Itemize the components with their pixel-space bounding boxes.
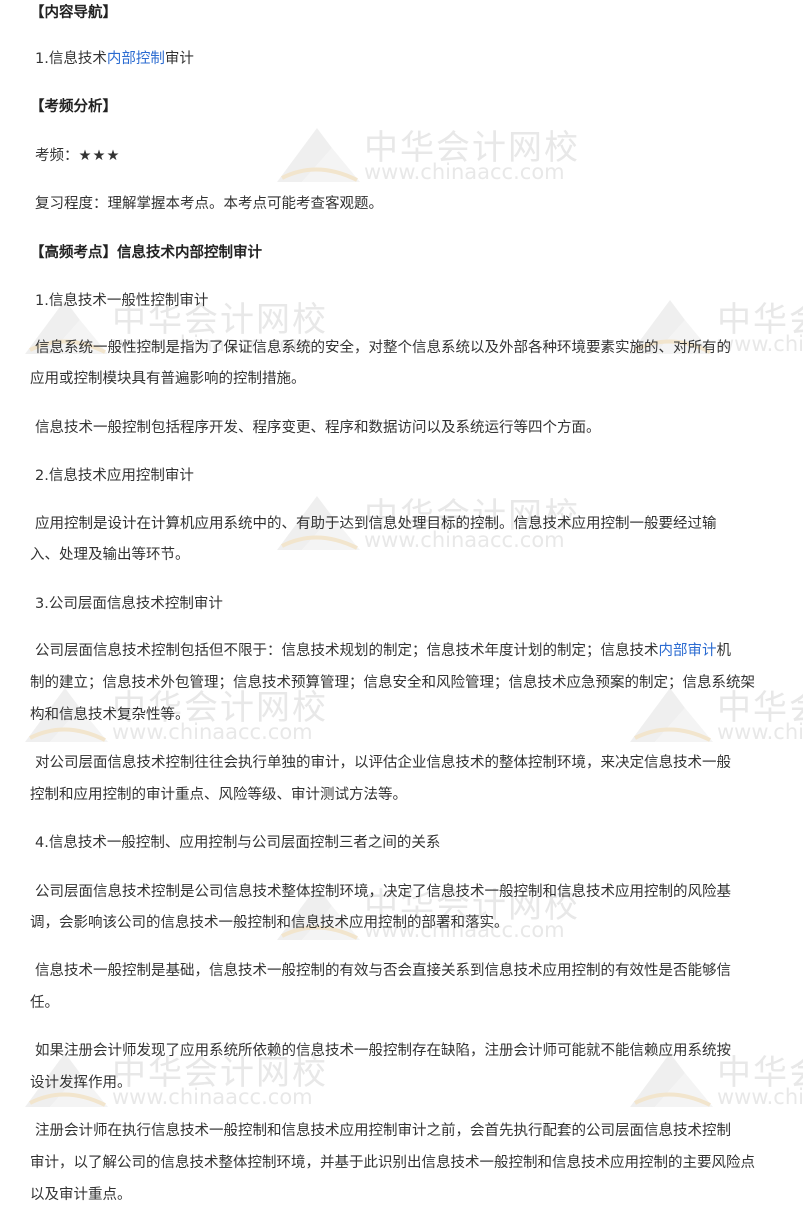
s3-p2-line1: 对公司层面信息技术控制往往会执行单独的审计，以评估企业信息技术的整体控制环境，来…	[35, 755, 731, 771]
s4-p3-line1: 如果注册会计师发现了应用系统所依赖的信息技术一般控制存在缺陷，注册会计师可能就不…	[35, 1043, 731, 1059]
s1-p1-line2: 应用或控制模块具有普遍影响的控制措施。	[30, 371, 306, 387]
s4-p2-line2: 任。	[30, 995, 59, 1011]
freq-line: 考频：★★★	[35, 141, 121, 171]
internal-control-link[interactable]: 内部控制	[107, 51, 165, 67]
watermark-url: www.chinaacc.com	[717, 720, 803, 744]
internal-audit-link[interactable]: 内部审计	[659, 643, 717, 659]
watermark-url: www.chinaacc.com	[364, 160, 565, 184]
s3-p1-line2: 制的建立；信息技术外包管理；信息技术预算管理；信息安全和风险管理；信息技术应急预…	[30, 675, 755, 691]
s4-p4-line1: 注册会计师在执行信息技术一般控制和信息技术应用控制审计之前，会首先执行配套的公司…	[35, 1123, 731, 1139]
section-3-title: 3.公司层面信息技术控制审计	[35, 596, 223, 612]
nav-item-suffix: 审计	[164, 51, 194, 67]
s1-p1-line1: 信息系统一般性控制是指为了保证信息系统的安全，对整个信息系统以及外部各种环境要素…	[35, 340, 731, 356]
topic-heading: 【高频考点】信息技术内部控制审计	[30, 245, 262, 261]
s4-p1-line1: 公司层面信息技术控制是公司信息技术整体控制环境，决定了信息技术一般控制和信息技术…	[35, 884, 731, 900]
freq-stars: ★★★	[78, 148, 121, 164]
s4-p1-line2: 调，会影响该公司的信息技术一般控制和信息技术应用控制的部署和落实。	[30, 915, 509, 931]
watermark-url: www.chinaacc.com	[717, 1085, 803, 1109]
nav-item-prefix: 1.信息技术	[35, 51, 107, 67]
watermark-logo-icon	[277, 128, 360, 182]
freq-label: 考频：	[35, 148, 79, 164]
freq-heading: 【考频分析】	[30, 99, 117, 115]
review-level: 复习程度：理解掌握本考点。本考点可能考查客观题。	[35, 196, 383, 212]
s3-p2-line2: 控制和应用控制的审计重点、风险等级、审计测试方法等。	[30, 787, 407, 803]
s4-p3-line2: 设计发挥作用。	[30, 1075, 132, 1091]
s3-p1-line1: 公司层面信息技术控制包括但不限于：信息技术规划的制定；信息技术年度计划的制定；信…	[35, 636, 731, 666]
s2-p1-line2: 入、处理及输出等环节。	[30, 547, 190, 563]
watermark-name: 中华会计网校	[364, 128, 580, 168]
section-2-title: 2.信息技术应用控制审计	[35, 468, 194, 484]
section-4-title: 4.信息技术一般控制、应用控制与公司层面控制三者之间的关系	[35, 835, 441, 851]
watermark-url: www.chinaacc.com	[112, 1085, 313, 1109]
s3-p1-line1-prefix: 公司层面信息技术控制包括但不限于：信息技术规划的制定；信息技术年度计划的制定；信…	[35, 643, 659, 659]
s3-p1-line1-suffix: 机	[716, 643, 732, 659]
nav-heading: 【内容导航】	[30, 5, 117, 21]
section-1-title: 1.信息技术一般性控制审计	[35, 293, 209, 309]
s4-p2-line1: 信息技术一般控制是基础，信息技术一般控制的有效与否会直接关系到信息技术应用控制的…	[35, 963, 731, 979]
watermark: 中华会计网校 www.chinaacc.com	[272, 120, 592, 200]
s2-p1-line1: 应用控制是设计在计算机应用系统中的、有助于达到信息处理目标的控制。信息技术应用控…	[35, 516, 717, 532]
s3-p1-line3: 构和信息技术复杂性等。	[30, 707, 190, 723]
s1-p2: 信息技术一般控制包括程序开发、程序变更、程序和数据访问以及系统运行等四个方面。	[35, 420, 601, 436]
nav-item: 1.信息技术内部控制审计	[35, 44, 194, 74]
s4-p4-line2: 审计，以了解公司的信息技术整体控制环境，并基于此识别出信息技术一般控制和信息技术…	[30, 1155, 755, 1171]
